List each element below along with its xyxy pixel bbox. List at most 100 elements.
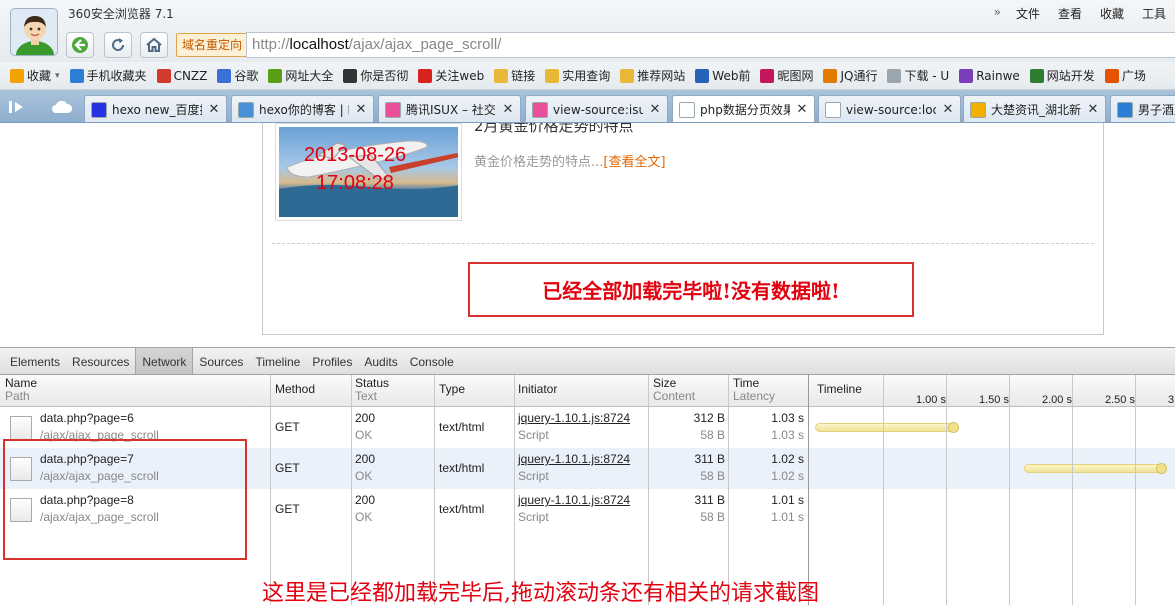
load-complete-notice: 已经全部加载完毕啦!没有数据啦! xyxy=(468,262,914,317)
bookmark-item[interactable]: 你是否彻 xyxy=(343,67,408,84)
menu-favorites[interactable]: 收藏 xyxy=(1091,5,1133,22)
blog-icon xyxy=(238,101,254,118)
browser-tab[interactable]: 大楚资讯_湖北新 ✕ xyxy=(963,95,1106,122)
bookmark-item[interactable]: 昵图网 xyxy=(760,67,813,84)
bookmark-item[interactable]: 链接 xyxy=(494,67,535,84)
bookmark-label: 谷歌 xyxy=(234,69,259,83)
browser-tab[interactable]: 男子酒后✕ xyxy=(1110,95,1175,122)
refresh-button[interactable] xyxy=(104,32,132,58)
menu-overflow-chevron-icon[interactable]: » xyxy=(988,5,1007,22)
devtools-tab-sources[interactable]: Sources xyxy=(193,348,249,374)
domain-redirect-button[interactable]: 域名重定向 xyxy=(176,33,249,57)
request-status: 200 xyxy=(355,493,376,507)
request-method: GET xyxy=(275,502,300,516)
home-button[interactable] xyxy=(140,32,168,58)
bookmark-item[interactable]: 广场 xyxy=(1104,67,1146,84)
devtools-tab-profiles[interactable]: Profiles xyxy=(306,348,358,374)
bookmark-item[interactable]: 关注web xyxy=(418,67,484,84)
close-tab-icon[interactable]: ✕ xyxy=(795,102,809,117)
col-method[interactable]: Method xyxy=(275,383,315,396)
stamp-date: 2013-08-26 xyxy=(303,144,407,166)
close-tab-icon[interactable]: ✕ xyxy=(648,102,662,117)
browser-tab[interactable]: 腾讯ISUX – 社交 ✕ xyxy=(378,95,521,122)
bookmark-label: Rainwe xyxy=(976,68,1020,83)
url-host: localhost xyxy=(289,36,349,53)
col-timeline[interactable]: Timeline xyxy=(817,383,862,396)
request-initiator[interactable]: jquery-1.10.1.js:8724 xyxy=(518,492,630,508)
highlight-box xyxy=(3,439,247,560)
request-type: text/html xyxy=(439,461,485,475)
tab-label: hexo你的博客 | B xyxy=(259,103,349,117)
home-icon xyxy=(146,37,162,52)
bookmark-label: 网址大全 xyxy=(285,69,334,83)
document-icon xyxy=(10,416,32,440)
close-tab-icon[interactable]: ✕ xyxy=(941,102,955,117)
browser-titlebar: 360安全浏览器 7.1 » 文件 查看 收藏 工具 域名重定向 http://… xyxy=(0,0,1175,62)
bookmark-item[interactable]: 网址大全 xyxy=(268,67,333,84)
bookmark-item[interactable]: JQ通行 xyxy=(823,67,877,84)
devtools-tab-timeline[interactable]: Timeline xyxy=(249,348,306,374)
browser-tab[interactable]: view-source:loca ✕ xyxy=(818,95,961,122)
browser-tab[interactable]: view-source:isux ✕ xyxy=(525,95,668,122)
bookmark-item[interactable]: Web前 xyxy=(695,67,750,84)
m-icon xyxy=(343,68,358,83)
article-title[interactable]: 2月黄金价格走势的特点 xyxy=(474,123,634,136)
menu-file[interactable]: 文件 xyxy=(1007,5,1049,22)
devtools-tab-resources[interactable]: Resources xyxy=(66,348,135,374)
dropdown-arrow-icon[interactable]: ▾ xyxy=(55,71,60,81)
bookmark-item[interactable]: CNZZ xyxy=(156,68,207,83)
col-size[interactable]: Size Content xyxy=(653,377,695,403)
cloud-icon[interactable] xyxy=(50,99,74,115)
page-icon xyxy=(887,68,902,83)
browser-tab[interactable]: hexo你的博客 | B ✕ xyxy=(231,95,374,122)
devtools-tab-elements[interactable]: Elements xyxy=(4,348,66,374)
menu-view[interactable]: 查看 xyxy=(1049,5,1091,22)
bookmark-item[interactable]: 手机收藏夹 xyxy=(69,67,147,84)
tab-label: 腾讯ISUX – 社交 xyxy=(406,103,496,117)
col-time[interactable]: Time Latency xyxy=(733,377,775,403)
chart-icon xyxy=(156,68,171,83)
browser-tab[interactable]: hexo new_百度搜 ✕ xyxy=(84,95,227,122)
close-tab-icon[interactable]: ✕ xyxy=(354,102,368,117)
col-initiator[interactable]: Initiator xyxy=(518,383,557,396)
network-table-header: Name Path Method Status Text Type Initiato… xyxy=(0,375,1175,407)
col-status[interactable]: Status Text xyxy=(355,377,389,403)
request-time: 1.03 s xyxy=(771,411,804,425)
square-icon xyxy=(1104,68,1119,83)
close-tab-icon[interactable]: ✕ xyxy=(501,102,515,117)
request-initiator[interactable]: jquery-1.10.1.js:8724 xyxy=(518,410,630,426)
bookmark-label: 收藏 xyxy=(27,69,52,83)
devtools-tab-console[interactable]: Console xyxy=(404,348,460,374)
web-page-viewport: 2013-08-26 17:08:28 2月黄金价格走势的特点 黄金价格走势的特… xyxy=(0,123,1175,347)
url-scheme: http:// xyxy=(252,36,290,53)
close-tab-icon[interactable]: ✕ xyxy=(1086,102,1100,117)
back-button[interactable] xyxy=(66,32,94,58)
request-initiator[interactable]: jquery-1.10.1.js:8724 xyxy=(518,451,630,467)
close-tab-icon[interactable]: ✕ xyxy=(207,102,221,117)
request-latency: 1.01 s xyxy=(771,510,804,524)
bookmark-item[interactable]: 网站开发 xyxy=(1029,67,1095,84)
weibo-icon xyxy=(418,68,433,83)
devtools-tab-network[interactable]: Network xyxy=(135,348,194,374)
col-type[interactable]: Type xyxy=(439,383,465,396)
timeline-tick: 3 xyxy=(1168,394,1175,406)
user-avatar[interactable] xyxy=(10,8,58,56)
sidebar-toggle-icon[interactable] xyxy=(8,99,30,115)
timeline-bar xyxy=(815,422,959,433)
bookmark-item[interactable]: 实用查询 xyxy=(545,67,610,84)
col-name[interactable]: Name Path xyxy=(5,377,37,403)
devtools-tab-audits[interactable]: Audits xyxy=(358,348,403,374)
menu-tools[interactable]: 工具 xyxy=(1133,5,1175,22)
bookmark-item[interactable]: 推荐网站 xyxy=(620,67,685,84)
bookmark-item[interactable]: Rainwe xyxy=(959,68,1020,83)
browser-tab[interactable]: php数据分页效果 ✕ xyxy=(672,95,815,122)
bookmark-item[interactable]: 收藏 ▾ xyxy=(10,67,60,84)
request-content-size: 58 B xyxy=(700,469,725,483)
address-bar[interactable]: http://localhost/ajax/ajax_page_scroll/ xyxy=(246,32,1175,58)
tab-label: php数据分页效果 xyxy=(700,103,790,117)
bookmark-item[interactable]: 下载 - U xyxy=(887,67,949,84)
folder-icon xyxy=(545,68,560,83)
read-more-link[interactable]: [查看全文] xyxy=(603,155,665,170)
timeline-bar-end xyxy=(947,422,959,433)
bookmark-item[interactable]: 谷歌 xyxy=(217,67,258,84)
